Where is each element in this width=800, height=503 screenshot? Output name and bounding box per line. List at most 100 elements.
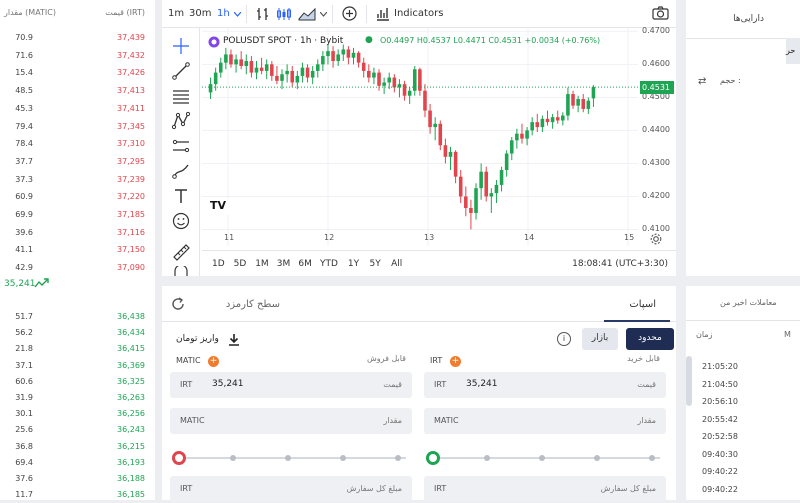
- ask-row[interactable]: 71.6 37,432: [0, 47, 155, 64]
- candles-icon[interactable]: [276, 7, 292, 21]
- brush-icon[interactable]: [171, 161, 191, 181]
- range-6m[interactable]: 6M: [298, 259, 312, 269]
- chevron-down-icon[interactable]: [234, 12, 241, 17]
- ask-row[interactable]: 37.7 37,295: [0, 153, 155, 170]
- bid-row[interactable]: 69.4 36,193: [0, 454, 155, 471]
- bid-row[interactable]: 31.9 36,263: [0, 389, 155, 406]
- ruler-icon[interactable]: [171, 242, 191, 262]
- candle-body: [586, 100, 591, 109]
- chevron-down-icon[interactable]: [320, 12, 327, 17]
- sell-percent-slider[interactable]: [172, 451, 406, 465]
- range-5d[interactable]: 5D: [234, 259, 247, 269]
- scrollbar[interactable]: [686, 356, 692, 406]
- bid-row[interactable]: 51.7 36,438: [0, 308, 155, 325]
- ask-row[interactable]: 15.4 37,426: [0, 64, 155, 81]
- range-1y[interactable]: 1Y: [348, 259, 359, 269]
- trend-line-icon[interactable]: [171, 61, 191, 81]
- bid-row[interactable]: 11.7 36,185: [0, 486, 155, 503]
- candle-body: [443, 145, 448, 157]
- limit-order-button[interactable]: محدود: [626, 328, 674, 350]
- ask-row[interactable]: 79.4 37,345: [0, 118, 155, 135]
- slider-step-dot[interactable]: [539, 455, 545, 461]
- fib-icon[interactable]: [171, 136, 191, 156]
- text-tool-icon[interactable]: [171, 186, 191, 206]
- camera-icon[interactable]: [652, 6, 669, 20]
- slider-step-dot[interactable]: [484, 455, 490, 461]
- sell-total-field[interactable]: مبلغ کل سفارش IRT: [170, 476, 412, 502]
- horizontal-lines-icon[interactable]: [171, 86, 191, 106]
- emoji-icon[interactable]: [171, 211, 191, 231]
- range-ytd[interactable]: YTD: [320, 259, 338, 269]
- interval-30m[interactable]: 30m: [189, 8, 211, 19]
- tab-spot[interactable]: اسپات: [629, 299, 656, 310]
- bid-row[interactable]: 37.6 36,188: [0, 470, 155, 487]
- ask-row[interactable]: 42.9 37,090: [0, 259, 155, 276]
- bid-row[interactable]: 37.1 36,369: [0, 357, 155, 374]
- range-1m[interactable]: 1M: [255, 259, 269, 269]
- add-buy-funds-icon[interactable]: +: [450, 356, 461, 367]
- sell-amount-field[interactable]: مقدار MATIC: [170, 408, 412, 434]
- bid-row[interactable]: 25.6 36,243: [0, 421, 155, 438]
- crosshair-icon[interactable]: [171, 36, 191, 56]
- slider-step-dot[interactable]: [594, 455, 600, 461]
- refresh-icon[interactable]: [170, 296, 186, 312]
- slider-knob[interactable]: [172, 451, 186, 465]
- market-order-button[interactable]: بازار: [582, 328, 618, 350]
- slider-step-dot[interactable]: [340, 455, 346, 461]
- info-icon[interactable]: i: [557, 332, 571, 346]
- magnet-icon[interactable]: [171, 266, 191, 276]
- slider-step-dot[interactable]: [285, 455, 291, 461]
- swap-icon[interactable]: ⇄: [698, 76, 706, 87]
- candle-body: [264, 64, 269, 71]
- ask-row[interactable]: 41.1 37,150: [0, 241, 155, 258]
- add-indicator-icon[interactable]: [342, 6, 357, 21]
- ask-row[interactable]: 37.3 37,239: [0, 171, 155, 188]
- bid-row[interactable]: 21.8 36,415: [0, 340, 155, 357]
- range-all[interactable]: All: [391, 259, 402, 269]
- indicators-icon[interactable]: [376, 7, 390, 21]
- deposit-toman-link[interactable]: واریز تومان: [176, 334, 219, 344]
- range-3m[interactable]: 3M: [277, 259, 291, 269]
- assets-tab[interactable]: حر: [786, 38, 800, 64]
- ask-row[interactable]: 60.9 37,220: [0, 188, 155, 205]
- ask-row[interactable]: 78.4 37,310: [0, 135, 155, 152]
- pattern-icon[interactable]: [171, 111, 191, 131]
- time-tick-label: 14: [524, 233, 535, 242]
- interval-1h[interactable]: 1h: [217, 8, 230, 19]
- slider-step-dot[interactable]: [649, 455, 655, 461]
- slider-step-dot[interactable]: [230, 455, 236, 461]
- download-icon[interactable]: [228, 333, 240, 346]
- bar-chart-icon[interactable]: [256, 7, 270, 21]
- candle-body: [372, 72, 376, 78]
- bid-row[interactable]: 36.8 36,215: [0, 438, 155, 455]
- tab-fee-level[interactable]: سطح کارمزد: [226, 299, 280, 310]
- ask-row[interactable]: 48.5 37,413: [0, 82, 155, 99]
- bid-row[interactable]: 60.6 36,325: [0, 373, 155, 390]
- ask-row[interactable]: 69.9 37,185: [0, 206, 155, 223]
- buy-total-field[interactable]: مبلغ کل سفارش IRT: [424, 476, 666, 502]
- candle-body: [571, 94, 575, 106]
- buy-percent-slider[interactable]: [426, 451, 660, 465]
- price-chart-canvas[interactable]: [202, 28, 638, 246]
- mid-price-row: 35,241: [0, 276, 155, 296]
- price-tick-label: 0.4400: [642, 125, 670, 135]
- trade-time: 20:55:42: [702, 414, 738, 424]
- settings-gear-icon[interactable]: [650, 233, 662, 245]
- add-sell-funds-icon[interactable]: +: [208, 356, 219, 367]
- buy-amount-field[interactable]: مقدار MATIC: [424, 408, 666, 434]
- buy-price-field[interactable]: قیمت IRT 35,241: [424, 372, 666, 398]
- bid-row[interactable]: 56.2 36,434: [0, 324, 155, 341]
- ask-row[interactable]: 70.9 37,439: [0, 29, 155, 46]
- range-5y[interactable]: 5Y: [370, 259, 381, 269]
- indicators-button[interactable]: Indicators: [394, 8, 443, 19]
- ask-row[interactable]: 45.3 37,411: [0, 100, 155, 117]
- interval-1m[interactable]: 1m: [168, 8, 184, 19]
- ask-amount: 71.6: [15, 50, 33, 60]
- slider-step-dot[interactable]: [395, 455, 401, 461]
- area-chart-icon[interactable]: [298, 7, 316, 21]
- sell-price-field[interactable]: قیمت IRT 35,241: [170, 372, 412, 398]
- ask-row[interactable]: 39.6 37,116: [0, 224, 155, 241]
- bid-row[interactable]: 30.1 36,256: [0, 405, 155, 422]
- range-1d[interactable]: 1D: [212, 259, 225, 269]
- slider-knob[interactable]: [426, 451, 440, 465]
